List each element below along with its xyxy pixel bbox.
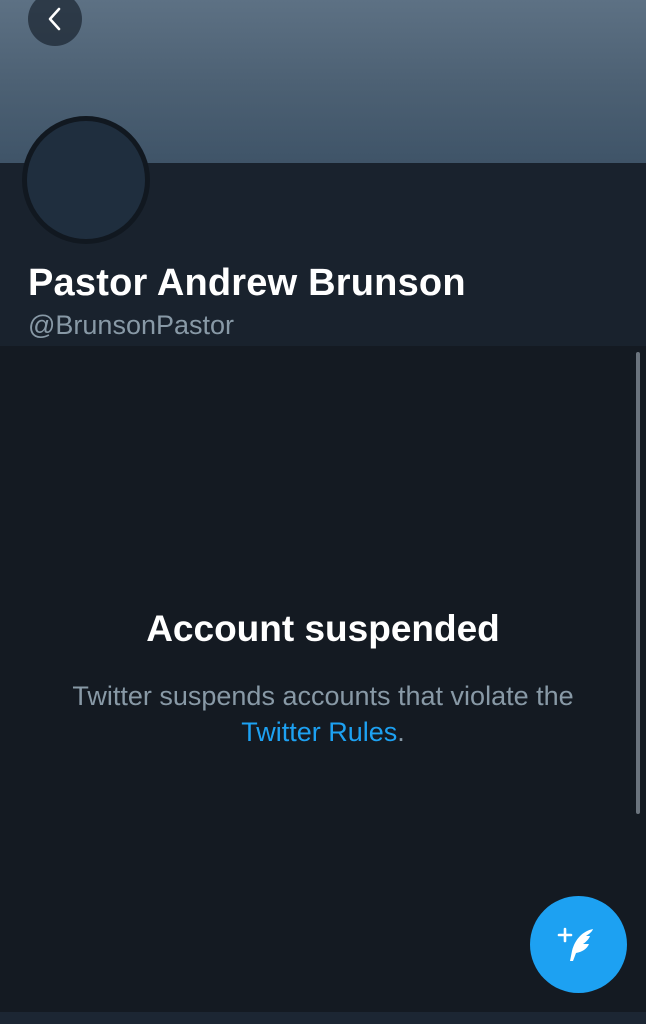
bottom-bar — [0, 1012, 646, 1024]
suspended-message: Twitter suspends accounts that violate t… — [40, 678, 606, 750]
compose-quill-icon — [557, 927, 593, 961]
avatar[interactable] — [22, 116, 150, 244]
avatar-placeholder — [27, 121, 145, 239]
profile-screen: Pastor Andrew Brunson @BrunsonPastor Acc… — [0, 0, 646, 1024]
scrollbar[interactable] — [636, 352, 640, 814]
user-handle: @BrunsonPastor — [28, 310, 235, 340]
chevron-left-icon — [48, 7, 61, 31]
suspended-title: Account suspended — [146, 608, 500, 649]
twitter-rules-link[interactable]: Twitter Rules — [241, 717, 397, 747]
compose-tweet-button[interactable] — [530, 896, 627, 993]
suspended-message-text: Twitter suspends accounts that violate t… — [72, 681, 574, 711]
display-name: Pastor Andrew Brunson — [28, 262, 466, 304]
suspended-message-end: . — [397, 717, 405, 747]
